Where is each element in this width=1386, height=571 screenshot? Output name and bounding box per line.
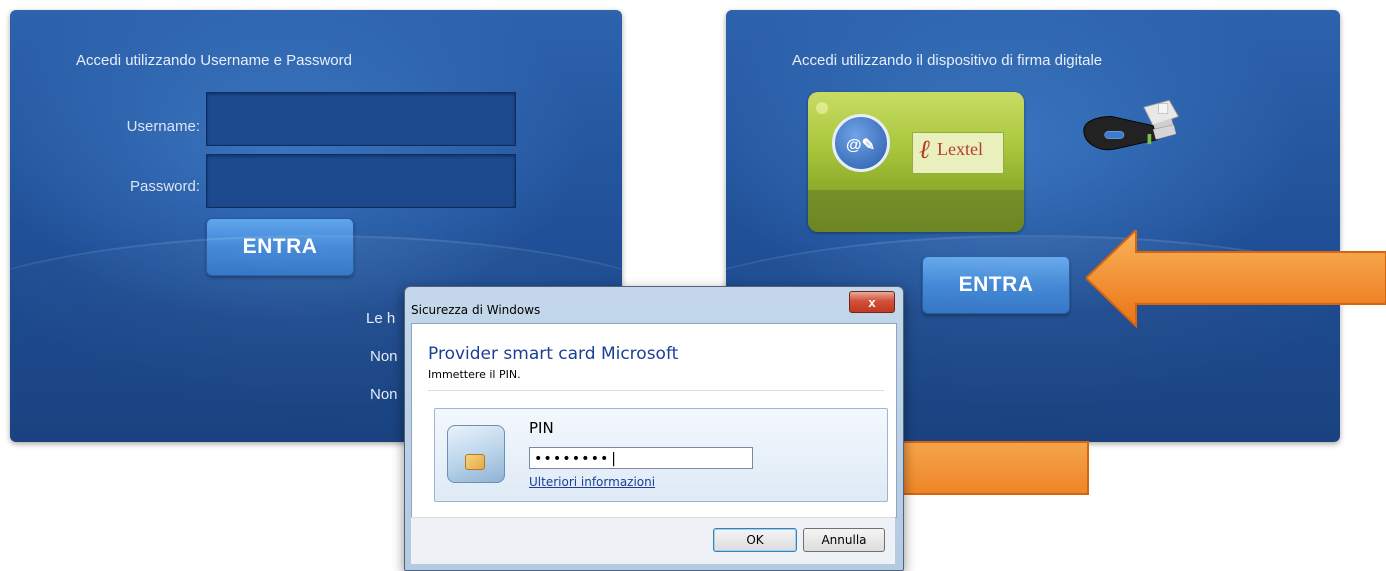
card-chip-icon: [465, 454, 485, 470]
dialog-divider: [428, 390, 884, 391]
dialog-heading: Provider smart card Microsoft: [428, 344, 679, 364]
cancel-button[interactable]: Annulla: [803, 528, 885, 552]
smart-card-image: @✎ ℓ Lextel: [808, 92, 1024, 232]
digital-signature-login-button[interactable]: ENTRA: [922, 256, 1070, 314]
smart-card-icon: [447, 425, 505, 483]
help-link-1[interactable]: Le h: [366, 310, 395, 327]
username-input[interactable]: [206, 92, 516, 146]
card-stripe: [808, 190, 1024, 232]
usb-token-image: [1083, 99, 1180, 151]
ok-button[interactable]: OK: [713, 528, 797, 552]
credentials-panel-title: Accedi utilizzando Username e Password: [76, 52, 352, 69]
signature-seal-icon: @✎: [832, 114, 890, 172]
close-icon: x: [868, 294, 876, 310]
username-label: Username:: [126, 118, 200, 135]
card-hole-icon: [816, 102, 828, 114]
more-info-link[interactable]: Ulteriori informazioni: [529, 475, 655, 489]
dialog-body: Provider smart card Microsoft Immettere …: [411, 323, 897, 518]
credentials-login-button[interactable]: ENTRA: [206, 218, 354, 276]
pin-label: PIN: [529, 419, 554, 437]
close-button[interactable]: x: [849, 291, 895, 313]
dialog-instruction: Immettere il PIN.: [428, 368, 521, 381]
password-input[interactable]: [206, 154, 516, 208]
pin-credential-tile[interactable]: PIN ••••••••| Ulteriori informazioni: [434, 408, 888, 502]
dialog-window-title: Sicurezza di Windows: [411, 303, 541, 317]
dialog-footer: OK Annulla: [411, 517, 895, 564]
windows-security-dialog: Sicurezza di Windows x Provider smart ca…: [404, 286, 904, 571]
help-link-2[interactable]: Non: [370, 348, 398, 365]
password-label: Password:: [129, 178, 200, 195]
digital-signature-panel-title: Accedi utilizzando il dispositivo di fir…: [792, 52, 1103, 69]
pin-input[interactable]: ••••••••|: [529, 447, 753, 469]
arrow-pointer-entra: [1086, 230, 1386, 329]
help-link-3[interactable]: Non: [370, 386, 398, 403]
lextel-logo: ℓ Lextel: [912, 132, 1004, 174]
